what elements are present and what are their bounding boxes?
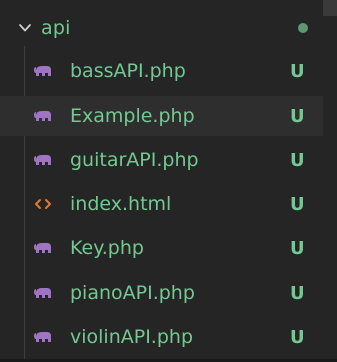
html-code-icon bbox=[35, 199, 51, 209]
php-elephant-icon bbox=[34, 243, 51, 253]
file-label: Key.php bbox=[70, 237, 144, 259]
file-row-pianoapi[interactable]: pianoAPI.php U bbox=[0, 273, 323, 313]
file-row-index[interactable]: index.html U bbox=[0, 184, 323, 224]
git-status-untracked: U bbox=[290, 149, 305, 171]
file-row-guitarapi[interactable]: guitarAPI.php U bbox=[0, 140, 323, 180]
git-status-untracked: U bbox=[290, 60, 305, 82]
git-status-untracked: U bbox=[290, 326, 305, 348]
git-status-untracked: U bbox=[290, 193, 305, 215]
git-status-untracked: U bbox=[290, 105, 305, 127]
php-elephant-icon bbox=[34, 111, 51, 121]
file-row-violinapi[interactable]: violinAPI.php U bbox=[0, 317, 323, 357]
file-label: violinAPI.php bbox=[70, 326, 194, 348]
git-status-untracked: U bbox=[290, 282, 305, 304]
file-label: index.html bbox=[70, 193, 172, 215]
modified-status-dot bbox=[298, 23, 308, 33]
folder-label: api bbox=[41, 17, 71, 39]
php-elephant-icon bbox=[34, 66, 51, 76]
file-row-example[interactable]: Example.php U bbox=[0, 96, 323, 136]
folder-row-api[interactable]: api bbox=[0, 10, 337, 46]
php-elephant-icon bbox=[34, 332, 51, 342]
git-status-untracked: U bbox=[290, 237, 305, 259]
file-label: pianoAPI.php bbox=[70, 282, 195, 304]
chevron-down-icon[interactable] bbox=[18, 21, 32, 35]
php-elephant-icon bbox=[34, 288, 51, 298]
file-label: guitarAPI.php bbox=[70, 149, 199, 171]
file-label: Example.php bbox=[70, 105, 195, 127]
file-explorer: api bassAPI.php U Example.php U guitarAP… bbox=[0, 0, 337, 362]
php-elephant-icon bbox=[34, 155, 51, 165]
file-label: bassAPI.php bbox=[70, 60, 186, 82]
file-row-key[interactable]: Key.php U bbox=[0, 228, 323, 268]
file-row-bassapi[interactable]: bassAPI.php U bbox=[0, 51, 323, 91]
